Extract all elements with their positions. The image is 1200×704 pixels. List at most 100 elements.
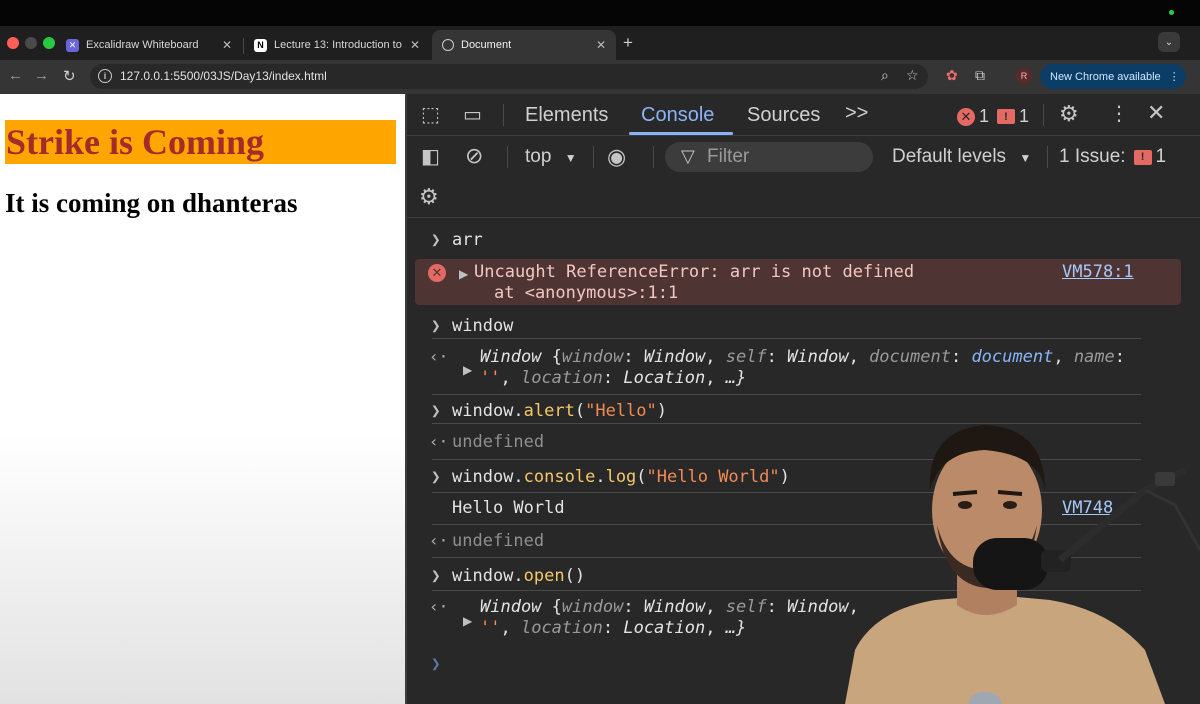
row-divider [432, 394, 1141, 395]
result-arrow-icon: ‹· [429, 347, 449, 366]
tab-close-icon[interactable]: ✕ [222, 38, 232, 52]
new-chrome-available-button[interactable]: New Chrome available ⋮ [1040, 64, 1186, 89]
issue-count-badge[interactable]: ! 1 [997, 106, 1029, 127]
error-stack: at <anonymous>:1:1 [494, 283, 679, 303]
minimize-window-button[interactable] [25, 37, 37, 49]
reload-icon[interactable]: ↻ [63, 67, 76, 85]
tab-excalidraw[interactable]: ✕ Excalidraw Whiteboard ✕ [56, 30, 242, 60]
back-arrow-icon[interactable]: ← [8, 67, 23, 84]
settings-gear-icon[interactable]: ⚙ [1059, 101, 1079, 127]
toolbar-divider [503, 104, 504, 126]
extension-icon[interactable]: ✿ [946, 67, 958, 84]
tab-label: Lecture 13: Introduction to D( [274, 39, 402, 51]
result-arrow-icon: ‹· [429, 597, 449, 616]
expand-triangle-icon[interactable]: ▶ [459, 267, 468, 281]
context-selector[interactable]: top ▼ [525, 146, 577, 168]
more-options-icon[interactable]: ⋮ [1109, 101, 1129, 126]
more-tabs-icon[interactable]: >> [845, 102, 868, 125]
bookmark-star-icon[interactable]: ☆ [906, 67, 919, 84]
dropdown-arrow-icon: ▼ [1019, 151, 1032, 165]
console-command: arr [452, 230, 483, 250]
tab-document[interactable]: Document ✕ [432, 30, 616, 60]
recording-indicator [1169, 10, 1174, 15]
error-count: 1 [979, 106, 990, 126]
error-count-badge[interactable]: ✕ 1 [957, 106, 989, 127]
screen-top-band [0, 0, 1200, 26]
active-tab-underline [629, 132, 733, 135]
close-window-button[interactable] [7, 37, 19, 49]
issues-counter[interactable]: 1 Issue: ! 1 [1059, 146, 1166, 168]
maximize-window-button[interactable] [43, 37, 55, 49]
console-settings-bar: ⚙ [407, 178, 1200, 218]
page-heading-1: Strike is Coming [5, 120, 396, 164]
puzzle-extensions-icon[interactable]: ⧉ [975, 67, 985, 84]
devtools-main-toolbar: ⬚ ▭ Elements Console Sources >> ✕ 1 ! 1 … [407, 94, 1200, 136]
prompt-chevron-icon: ❯ [431, 566, 441, 585]
tab-search-chevron-icon[interactable]: ⌄ [1158, 32, 1180, 52]
window-object-preview[interactable]: Window {window: Window, self: Window, [480, 597, 859, 617]
console-command: window.console.log("Hello World") [452, 467, 790, 487]
tab-sources[interactable]: Sources [747, 104, 820, 127]
toolbar-divider [1047, 146, 1048, 168]
undefined-result: undefined [452, 531, 545, 551]
filter-input[interactable] [665, 142, 873, 172]
close-devtools-icon[interactable]: ✕ [1147, 100, 1165, 126]
presenter-webcam-overlay [845, 425, 1200, 704]
console-command: window.open() [452, 566, 586, 586]
context-label: top [525, 146, 552, 167]
dropdown-arrow-icon: ▼ [564, 151, 577, 165]
message-icon: ! [997, 109, 1015, 124]
site-info-icon[interactable]: i [98, 69, 112, 83]
live-expression-eye-icon[interactable]: ◉ [607, 144, 626, 170]
tab-console[interactable]: Console [641, 104, 714, 127]
inspect-element-icon[interactable]: ⬚ [421, 102, 440, 127]
sidebar-toggle-icon[interactable]: ◧ [421, 144, 440, 169]
undefined-result: undefined [452, 432, 545, 452]
prompt-chevron-icon: ❯ [431, 316, 441, 335]
result-arrow-icon: ‹· [429, 432, 449, 451]
prompt-chevron-icon: ❯ [431, 654, 441, 673]
toolbar-divider [593, 146, 594, 168]
warning-count: 1 [1019, 106, 1030, 126]
prompt-chevron-icon: ❯ [431, 401, 441, 420]
tab-strip: ✕ Excalidraw Whiteboard ✕ N Lecture 13: … [0, 26, 1200, 60]
issues-label: 1 Issue: [1059, 146, 1126, 167]
profile-avatar[interactable]: R [1016, 68, 1032, 84]
prompt-chevron-icon: ❯ [431, 467, 441, 486]
device-toolbar-icon[interactable]: ▭ [463, 102, 482, 127]
tab-lecture[interactable]: N Lecture 13: Introduction to D( ✕ [244, 30, 430, 60]
toolbar-divider [653, 146, 654, 168]
result-arrow-icon: ‹· [429, 531, 449, 550]
levels-label: Default levels [892, 146, 1007, 167]
forward-arrow-icon[interactable]: → [34, 67, 49, 84]
issues-count: 1 [1155, 146, 1167, 167]
log-levels-dropdown[interactable]: Default levels ▼ [892, 146, 1031, 168]
url-text[interactable]: 127.0.0.1:5500/03JS/Day13/index.html [120, 69, 327, 83]
error-icon: ✕ [428, 264, 446, 282]
page-heading-2: It is coming on dhanteras [5, 188, 298, 218]
expand-triangle-icon[interactable]: ▶ [463, 614, 472, 628]
filter-funnel-icon: ▽ [681, 146, 695, 166]
error-icon: ✕ [957, 107, 975, 126]
prompt-chevron-icon: ❯ [431, 230, 441, 249]
notion-icon: N [254, 38, 267, 52]
tab-elements[interactable]: Elements [525, 104, 608, 127]
console-command: window [452, 316, 514, 336]
console-settings-gear-icon[interactable]: ⚙ [419, 184, 439, 210]
window-object-preview[interactable]: Window {window: Window, self: Window, do… [480, 347, 1125, 367]
message-icon: ! [1133, 149, 1152, 165]
tab-close-icon[interactable]: ✕ [596, 38, 606, 52]
page-viewport: Strike is Coming It is coming on dhanter… [0, 94, 405, 704]
zoom-icon[interactable]: ⌕ [881, 67, 889, 84]
log-output: Hello World [452, 498, 565, 518]
filter-placeholder: Filter [707, 146, 750, 167]
error-source-link[interactable]: VM578:1 [1062, 262, 1134, 282]
expand-triangle-icon[interactable]: ▶ [463, 363, 472, 377]
console-command: window.alert("Hello") [452, 401, 668, 421]
new-tab-plus-icon[interactable]: + [623, 33, 633, 53]
toolbar-divider [507, 146, 508, 168]
clear-console-icon[interactable]: ⊘ [465, 143, 483, 169]
tab-close-icon[interactable]: ✕ [410, 38, 420, 52]
error-text: Uncaught ReferenceError: arr is not defi… [474, 262, 915, 282]
tab-label: Document [461, 39, 512, 51]
